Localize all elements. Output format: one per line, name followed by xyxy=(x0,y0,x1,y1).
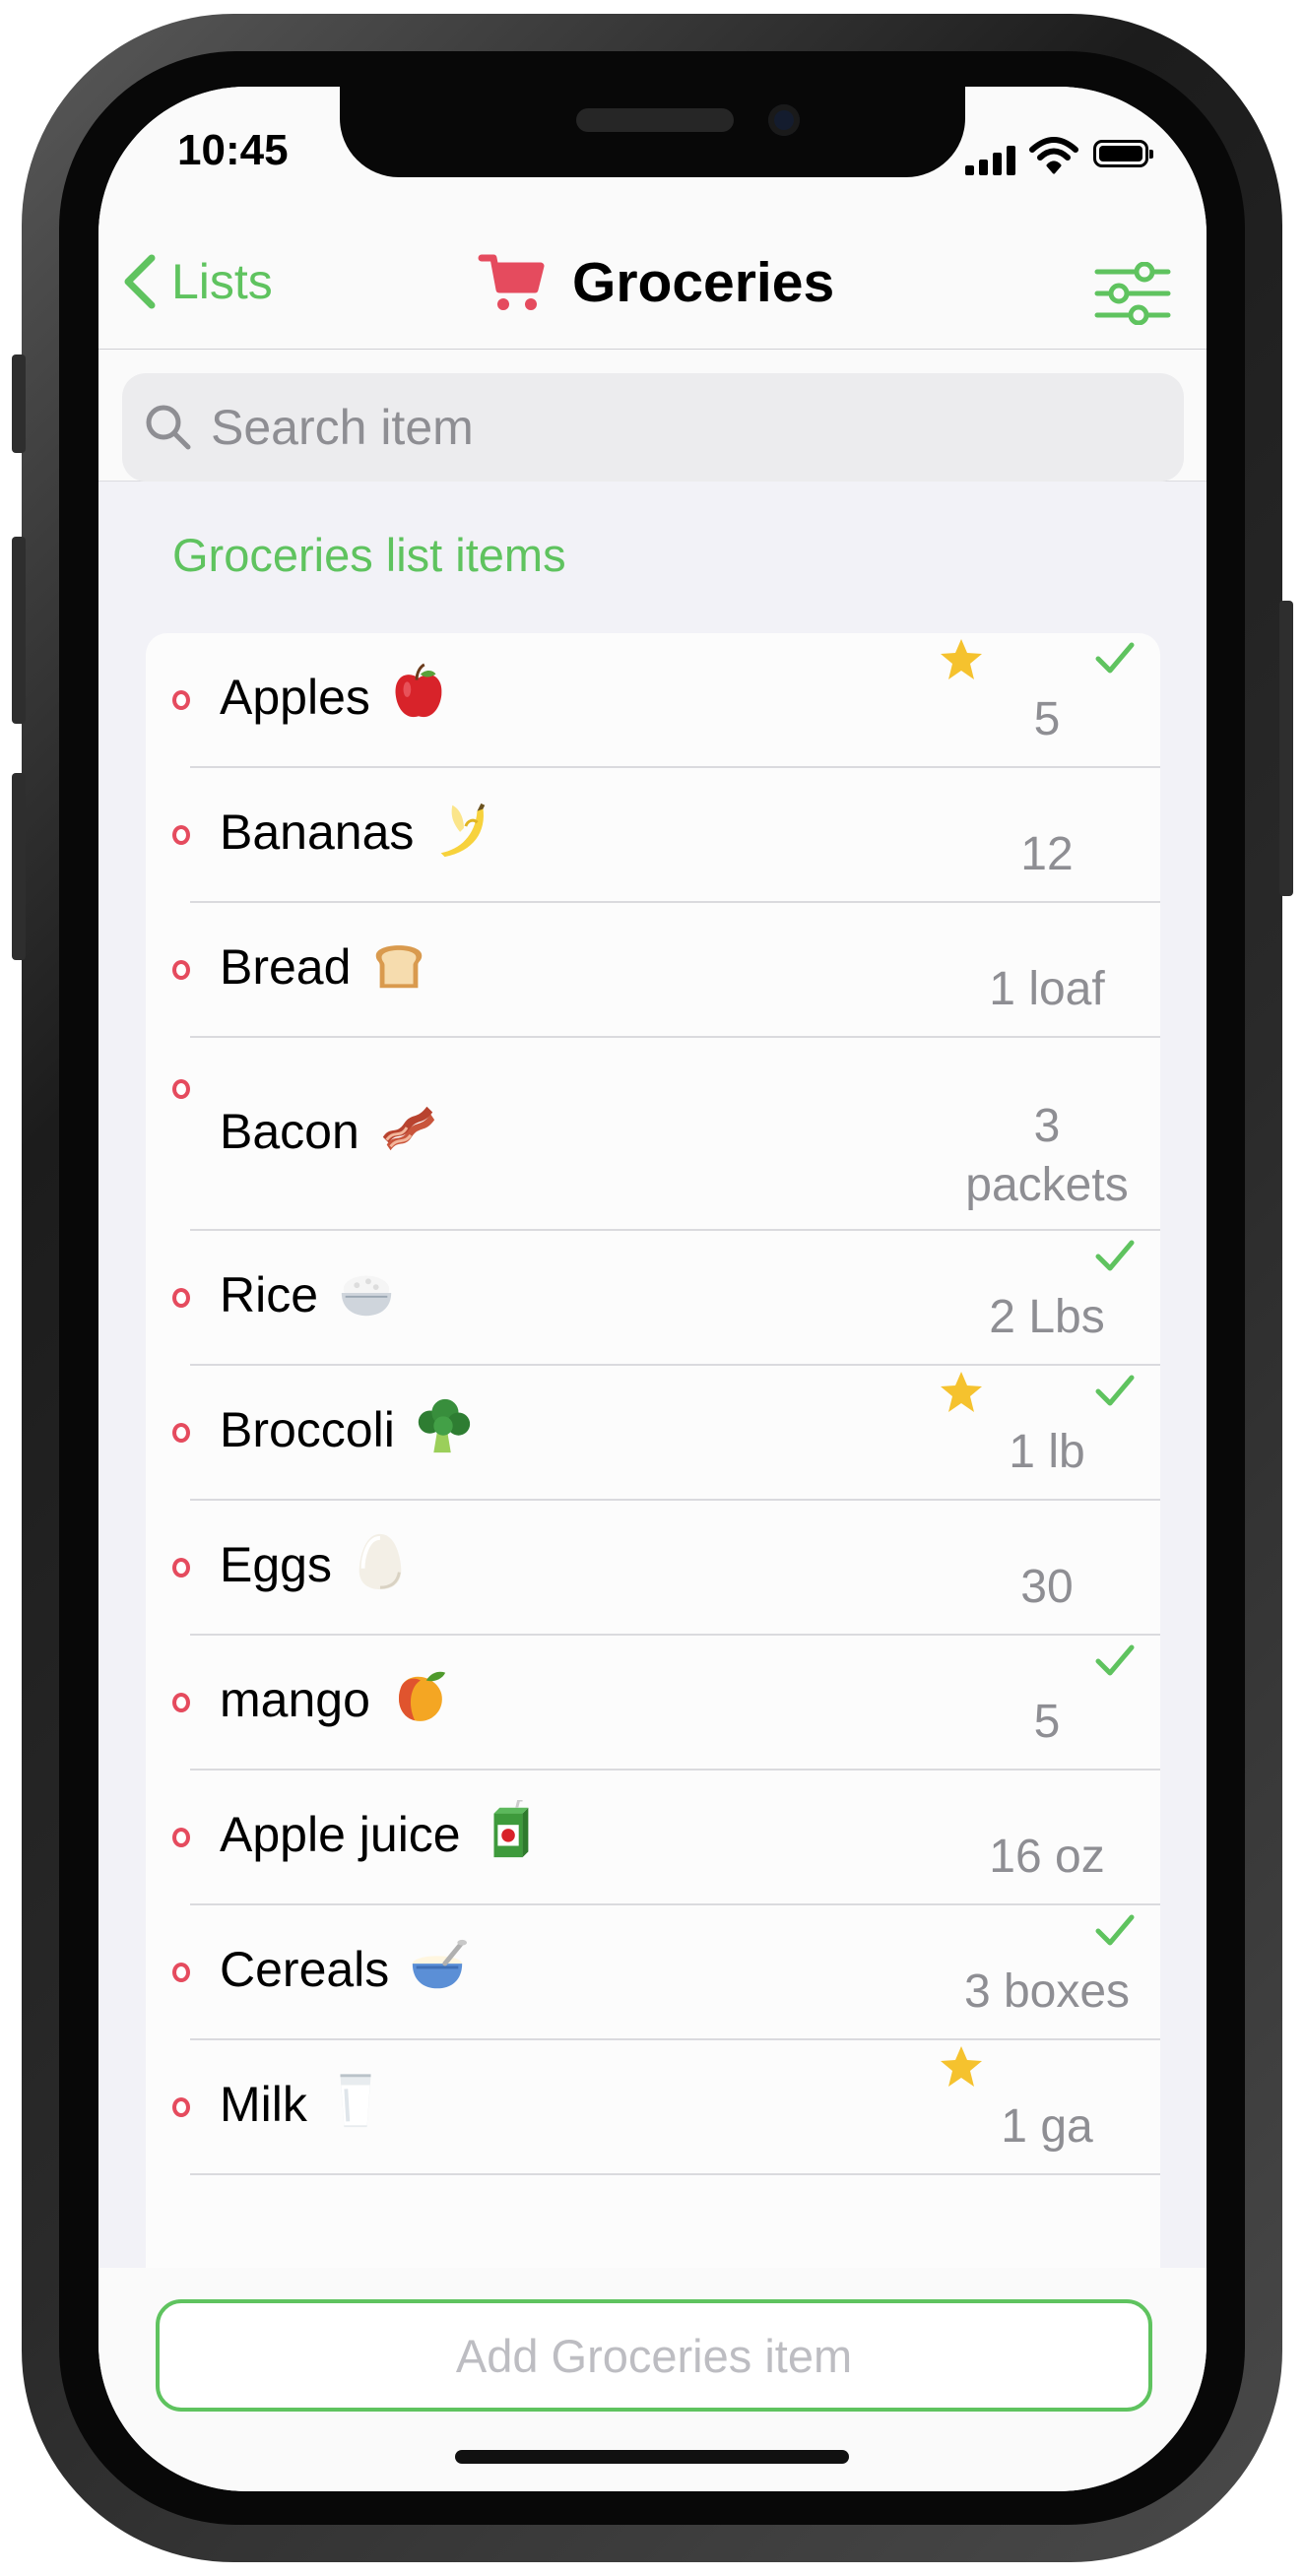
item-quantity: 2 Lbs xyxy=(989,1291,1105,1343)
mango-icon xyxy=(388,1665,449,1726)
item-name: Apple juice xyxy=(220,1807,461,1862)
item-name: Eggs xyxy=(220,1537,332,1592)
bread-icon xyxy=(368,933,429,994)
rice-icon xyxy=(336,1260,397,1321)
chevron-left-icon xyxy=(124,254,156,309)
list-item[interactable]: Apples 5 xyxy=(146,633,1160,768)
item-name: Bread xyxy=(220,939,352,995)
list-item[interactable]: Cereals 3 boxes xyxy=(146,1905,1160,2040)
star-icon xyxy=(939,637,984,682)
list-item[interactable]: Rice 2 Lbs xyxy=(146,1231,1160,1366)
item-name: Bacon xyxy=(220,1104,359,1159)
juice-box-icon xyxy=(479,1798,540,1861)
item-quantity: 30 xyxy=(1020,1561,1074,1613)
section-header: Groceries list items xyxy=(172,529,566,581)
power-button xyxy=(1279,601,1293,896)
volume-down-button xyxy=(12,773,26,960)
front-camera xyxy=(768,104,800,136)
item-quantity: 16 oz xyxy=(989,1831,1105,1883)
home-indicator[interactable] xyxy=(455,2450,849,2464)
page-title: Groceries xyxy=(572,251,835,314)
phone-screen: 10:45 Lists Groceries Search item Grocer… xyxy=(98,87,1207,2491)
item-name: Broccoli xyxy=(220,1402,395,1457)
item-quantity: 1 lb xyxy=(1009,1426,1085,1478)
back-button[interactable]: Lists xyxy=(120,252,273,311)
star-icon xyxy=(939,1370,984,1415)
egg-icon xyxy=(350,1530,411,1591)
list-item[interactable]: Apple juice 16 oz xyxy=(146,1771,1160,1905)
item-bullet[interactable] xyxy=(172,690,190,710)
apple-icon xyxy=(388,663,449,724)
item-quantity: 3 boxes xyxy=(963,1965,1131,2018)
status-time: 10:45 xyxy=(177,126,289,174)
navigation-bar: Lists Groceries xyxy=(98,205,1207,350)
checkmark-icon xyxy=(1094,1913,1136,1949)
silent-switch xyxy=(12,354,26,453)
item-bullet[interactable] xyxy=(172,1288,190,1308)
item-name: Apples xyxy=(220,670,370,725)
volume-up-button xyxy=(12,537,26,724)
row-divider xyxy=(190,2173,1160,2175)
checkmark-icon xyxy=(1094,1374,1136,1409)
list-item[interactable]: Bacon 3 packets xyxy=(146,1038,1160,1231)
list-item[interactable]: Bread 1 loaf xyxy=(146,903,1160,1038)
search-area xyxy=(98,350,1207,482)
item-name: mango xyxy=(220,1672,370,1727)
list-item[interactable]: Bananas 12 xyxy=(146,768,1160,903)
banana-icon xyxy=(431,798,492,859)
nav-title-group: Groceries xyxy=(478,250,834,315)
cereal-bowl-icon xyxy=(407,1935,468,1996)
checkmark-icon xyxy=(1094,1643,1136,1679)
add-item-button[interactable]: Add Groceries item xyxy=(156,2299,1152,2412)
item-bullet[interactable] xyxy=(172,1963,190,1982)
checkmark-icon xyxy=(1094,1239,1136,1274)
cellular-signal-icon xyxy=(965,144,1018,175)
milk-glass-icon xyxy=(325,2070,386,2131)
bacon-icon xyxy=(377,1097,438,1158)
search-icon xyxy=(146,405,191,450)
search-bar[interactable] xyxy=(122,373,1184,482)
filter-settings-icon[interactable] xyxy=(1093,262,1172,325)
item-quantity: 3 packets xyxy=(965,1100,1129,1211)
item-bullet[interactable] xyxy=(172,2097,190,2117)
list-item[interactable]: Eggs 30 xyxy=(146,1501,1160,1636)
item-bullet[interactable] xyxy=(172,1423,190,1443)
notch xyxy=(340,87,965,177)
item-bullet[interactable] xyxy=(172,1558,190,1578)
item-quantity: 1 loaf xyxy=(989,963,1105,1015)
list-item[interactable]: mango 5 xyxy=(146,1636,1160,1771)
list-item[interactable]: Milk 1 ga xyxy=(146,2040,1160,2175)
grocery-list: Apples 5 Bananas 12 Bread 1 loaf Bacon 3 packet… xyxy=(146,633,1160,2268)
item-bullet[interactable] xyxy=(172,1828,190,1847)
item-bullet[interactable] xyxy=(172,960,190,980)
add-item-label: Add Groceries item xyxy=(455,2329,853,2382)
item-quantity: 5 xyxy=(1033,1696,1061,1748)
item-name: Milk xyxy=(220,2077,307,2132)
item-quantity: 12 xyxy=(1020,828,1074,880)
item-bullet[interactable] xyxy=(172,1693,190,1712)
item-name: Rice xyxy=(220,1267,319,1322)
shopping-cart-icon xyxy=(478,254,545,310)
item-bullet[interactable] xyxy=(172,1079,190,1099)
wifi-icon xyxy=(1029,137,1078,174)
checkmark-icon xyxy=(1094,641,1136,676)
item-name: Bananas xyxy=(220,805,415,860)
item-quantity: 5 xyxy=(1033,693,1061,745)
item-bullet[interactable] xyxy=(172,825,190,845)
list-item[interactable]: Broccoli 1 lb xyxy=(146,1366,1160,1501)
back-label: Lists xyxy=(171,254,273,309)
item-quantity: 1 ga xyxy=(1001,2100,1093,2153)
star-icon xyxy=(939,2044,984,2090)
speaker-grille xyxy=(576,108,734,132)
item-name: Cereals xyxy=(220,1942,390,1997)
broccoli-icon xyxy=(413,1395,474,1456)
search-input[interactable] xyxy=(209,398,1099,457)
battery-icon xyxy=(1093,140,1153,167)
